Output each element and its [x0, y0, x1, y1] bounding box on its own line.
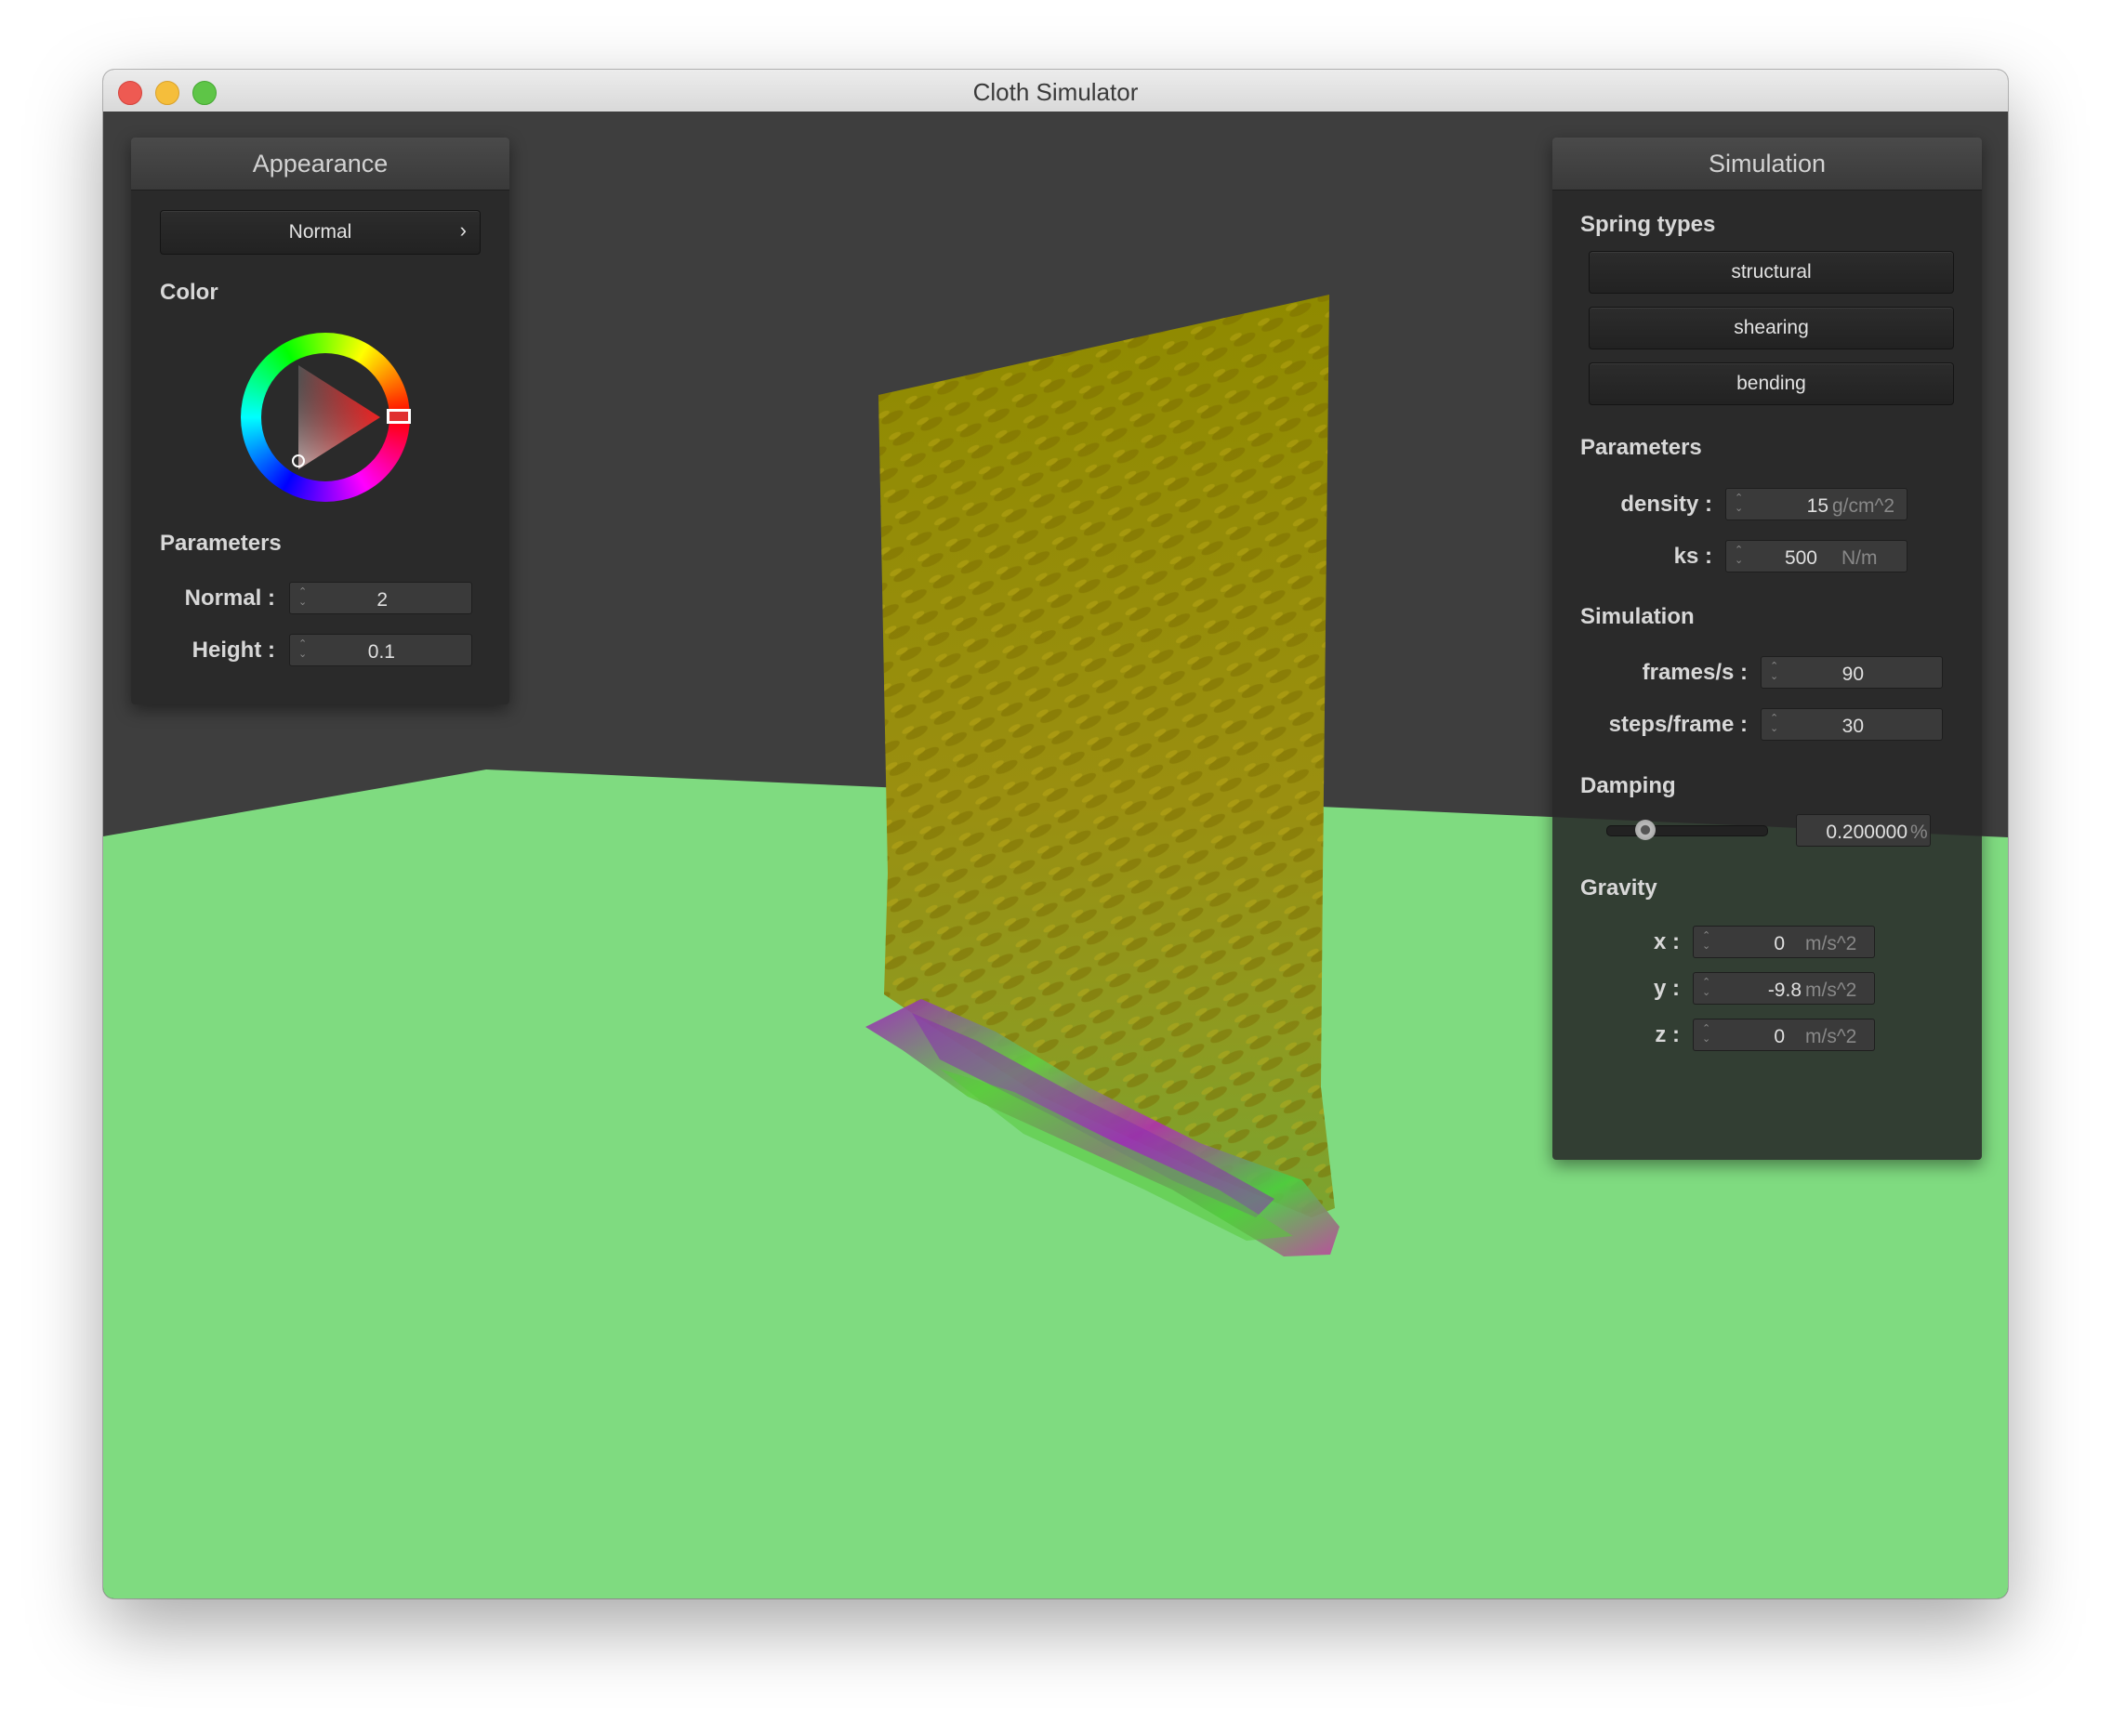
density-input[interactable]: ⌃ ⌄ 15 g/cm^2 — [1725, 488, 1907, 520]
frames-per-second-input[interactable]: ⌃ ⌄ 90 — [1761, 656, 1943, 689]
height-input[interactable]: ⌃ ⌄ 0.1 — [289, 634, 472, 666]
simulation-panel: Simulation Spring types structural shear… — [1552, 138, 1982, 1160]
normal-input[interactable]: ⌃ ⌄ 2 — [289, 582, 472, 614]
gravity-z-input[interactable]: ⌃ ⌄ 0 m/s^2 — [1693, 1019, 1875, 1051]
height-label: Height : — [191, 638, 275, 663]
color-label: Color — [160, 280, 218, 305]
bending-button[interactable]: bending — [1589, 362, 1954, 405]
simulation-header: Simulation — [1552, 138, 1982, 191]
gravity-label: Gravity — [1580, 875, 1657, 901]
spring-types-label: Spring types — [1580, 212, 1716, 237]
window-title: Cloth Simulator — [972, 78, 1139, 106]
damping-slider[interactable] — [1606, 820, 1768, 840]
steps-per-frame-input[interactable]: ⌃ ⌄ 30 — [1761, 708, 1943, 741]
appearance-panel: Appearance Normal › Color Parameters Nor… — [131, 138, 509, 704]
normal-label: Normal : — [184, 585, 275, 611]
structural-button[interactable]: structural — [1589, 251, 1954, 294]
gravity-x-input[interactable]: ⌃ ⌄ 0 m/s^2 — [1693, 926, 1875, 958]
shearing-button[interactable]: shearing — [1589, 307, 1954, 349]
color-triangle[interactable] — [241, 333, 410, 502]
appearance-header: Appearance — [131, 138, 509, 191]
simulation-section-label: Simulation — [1580, 604, 1695, 629]
density-label: density : — [1620, 492, 1712, 517]
gravity-y-label: y : — [1653, 976, 1680, 1001]
app-window: Cloth Simulator Appearance Normal › Colo… — [103, 70, 2008, 1598]
damping-input[interactable]: 0.200000 % — [1796, 814, 1931, 847]
ks-input[interactable]: ⌃ ⌄ 500 N/m — [1725, 540, 1907, 572]
gravity-z-label: z : — [1655, 1022, 1680, 1047]
steps-per-frame-label: steps/frame : — [1608, 712, 1748, 737]
title-bar: Cloth Simulator — [103, 70, 2008, 112]
shader-dropdown[interactable]: Normal › — [160, 210, 481, 255]
damping-label: Damping — [1580, 773, 1676, 798]
hue-marker[interactable] — [387, 409, 411, 424]
sim-parameters-label: Parameters — [1580, 435, 1702, 460]
damping-slider-handle[interactable] — [1635, 820, 1656, 840]
gravity-y-input[interactable]: ⌃ ⌄ -9.8 m/s^2 — [1693, 972, 1875, 1005]
gravity-x-label: x : — [1653, 929, 1680, 954]
appearance-parameters-label: Parameters — [160, 531, 282, 556]
chevron-right-icon: › — [459, 218, 467, 242]
shader-dropdown-value: Normal — [288, 221, 352, 243]
frames-per-second-label: frames/s : — [1642, 660, 1748, 685]
ks-label: ks : — [1673, 544, 1712, 569]
color-wheel[interactable] — [241, 333, 411, 502]
